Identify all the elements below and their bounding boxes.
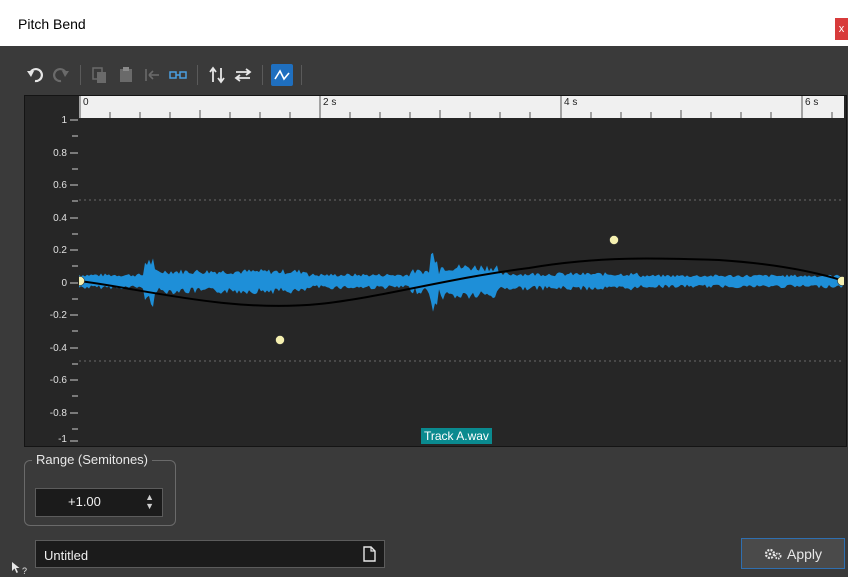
y-axis-label: -0.2 bbox=[49, 310, 67, 321]
y-axis-label: -1 bbox=[58, 434, 67, 445]
apply-label: Apply bbox=[786, 545, 823, 562]
pitch-bend-editor[interactable]: 0 2 s 4 s 6 s 1 0.8 0.6 0.4 0.2 0 -0.2 -… bbox=[24, 95, 847, 447]
window-title: Pitch Bend bbox=[18, 16, 86, 32]
redo-icon[interactable] bbox=[50, 64, 72, 86]
document-icon[interactable] bbox=[361, 545, 377, 563]
toolbar-separator bbox=[301, 65, 302, 85]
y-axis-label: 0.4 bbox=[53, 213, 67, 224]
toolbar bbox=[24, 64, 310, 86]
ruler-ticks bbox=[79, 96, 833, 118]
apply-button[interactable]: Apply bbox=[741, 538, 845, 569]
title-bar: Pitch Bend x bbox=[0, 0, 848, 46]
svg-text:?: ? bbox=[22, 566, 27, 575]
paste-icon[interactable] bbox=[115, 64, 137, 86]
link-icon[interactable] bbox=[167, 64, 189, 86]
ruler-label: 2 s bbox=[323, 97, 337, 108]
toolbar-separator bbox=[262, 65, 263, 85]
y-axis-label: 0.6 bbox=[53, 180, 67, 191]
range-value: +1.00 bbox=[68, 494, 101, 509]
goto-start-icon[interactable] bbox=[141, 64, 163, 86]
swap-vertical-icon[interactable] bbox=[206, 64, 228, 86]
toolbar-separator bbox=[80, 65, 81, 85]
y-axis-label: 0.2 bbox=[53, 245, 67, 256]
spin-arrows-icon[interactable]: ▲ ▼ bbox=[145, 493, 154, 511]
y-axis-label: -0.8 bbox=[49, 408, 67, 419]
curve-node[interactable] bbox=[609, 235, 619, 245]
y-axis-label: 0 bbox=[61, 278, 67, 289]
ruler-label: 0 bbox=[83, 97, 89, 108]
copy-icon[interactable] bbox=[89, 64, 111, 86]
ruler-label: 6 s bbox=[805, 97, 819, 108]
swap-horizontal-icon[interactable] bbox=[232, 64, 254, 86]
undo-icon[interactable] bbox=[24, 64, 46, 86]
track-name-label: Track A.wav bbox=[421, 428, 492, 444]
close-button[interactable]: x bbox=[835, 18, 848, 40]
context-help-icon[interactable]: ? bbox=[10, 561, 32, 575]
range-group-label: Range (Semitones) bbox=[32, 452, 152, 467]
curve-node[interactable] bbox=[837, 276, 845, 286]
gears-icon bbox=[764, 548, 782, 559]
y-axis-label: 0.8 bbox=[53, 148, 67, 159]
y-axis-label: 1 bbox=[61, 115, 67, 126]
ruler-label: 4 s bbox=[564, 97, 578, 108]
preset-name-input[interactable] bbox=[42, 544, 346, 566]
toolbar-separator bbox=[197, 65, 198, 85]
time-ruler[interactable]: 0 2 s 4 s 6 s bbox=[79, 96, 844, 118]
y-axis-label: -0.6 bbox=[49, 375, 67, 386]
preset-name-field[interactable] bbox=[35, 540, 385, 568]
y-axis-label: -0.4 bbox=[49, 343, 67, 354]
curve-node[interactable] bbox=[275, 335, 285, 345]
waveform-display[interactable] bbox=[79, 118, 844, 444]
curve-icon[interactable] bbox=[271, 64, 293, 86]
range-spinbox[interactable]: +1.00 ▲ ▼ bbox=[35, 488, 163, 517]
